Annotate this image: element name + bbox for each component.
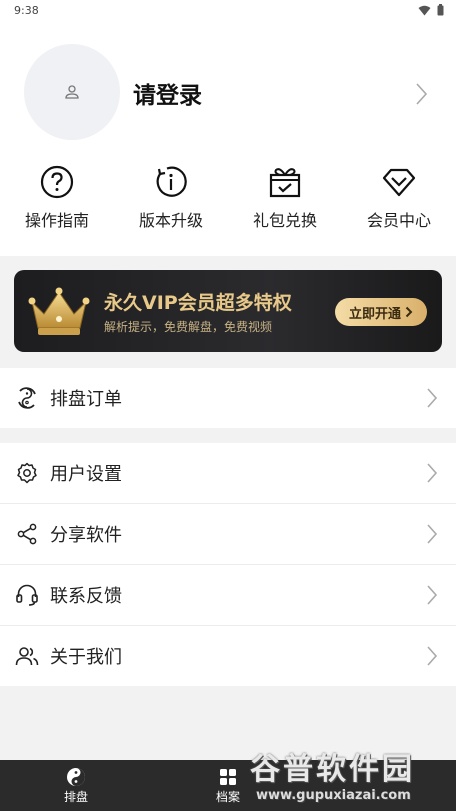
quick-action-label: 操作指南	[24, 211, 89, 230]
menu-item-orders[interactable]: 排盘订单	[0, 368, 456, 428]
menu-item-label: 用户设置	[50, 464, 122, 485]
crown-icon	[28, 287, 90, 335]
profile-section: 请登录 操作指南 版本升级 礼包兑换 会员中心	[0, 22, 456, 256]
tab-label: 档案	[215, 790, 240, 804]
watermark-url: www.gupuxiazai.com	[256, 788, 411, 803]
menu-item-user-settings[interactable]: 用户设置	[0, 443, 456, 504]
login-link[interactable]: 请登录	[133, 76, 202, 110]
chevron-right-icon	[427, 646, 438, 666]
menu-item-share[interactable]: 分享软件	[0, 504, 456, 565]
vip-banner-title: 永久VIP会员超多特权	[104, 292, 292, 314]
menu-item-label: 分享软件	[50, 525, 122, 546]
menu-item-label: 关于我们	[50, 647, 122, 668]
status-bar: 9:38	[0, 0, 456, 22]
info-refresh-icon	[156, 166, 187, 197]
chevron-right-icon	[427, 585, 438, 605]
quick-action-gift[interactable]: 礼包兑换	[228, 162, 342, 231]
quick-actions: 操作指南 版本升级 礼包兑换 会员中心	[0, 162, 456, 231]
vip-banner-subtitle: 解析提示，免费解盘，免费视频	[104, 320, 273, 334]
quick-action-vip[interactable]: 会员中心	[342, 162, 456, 231]
share-icon	[14, 521, 40, 547]
watermark: 谷普软件园 www.gupuxiazai.com	[248, 738, 456, 811]
wifi-icon	[418, 5, 431, 15]
chevron-right-icon	[427, 388, 438, 408]
grid-icon	[219, 766, 237, 788]
user-icon	[65, 85, 79, 99]
chevron-right-icon	[405, 306, 413, 318]
tab-label: 排盘	[63, 790, 88, 804]
status-time: 9:38	[14, 4, 39, 17]
status-icons	[418, 4, 444, 16]
headset-icon	[14, 582, 40, 608]
users-icon	[14, 643, 40, 669]
gift-icon	[269, 168, 301, 198]
diamond-icon	[382, 168, 416, 197]
menu-group-orders: 排盘订单	[0, 368, 456, 428]
quick-action-label: 版本升级	[138, 211, 203, 230]
vip-banner[interactable]: 永久VIP会员超多特权 解析提示，免费解盘，免费视频 立即开通	[14, 270, 442, 352]
quick-action-label: 会员中心	[366, 211, 431, 230]
menu-item-label: 排盘订单	[50, 389, 122, 410]
quick-action-upgrade[interactable]: 版本升级	[114, 162, 228, 231]
menu-item-about[interactable]: 关于我们	[0, 626, 456, 686]
chevron-right-icon	[427, 524, 438, 544]
activate-vip-button[interactable]: 立即开通	[335, 298, 427, 326]
quick-action-label: 礼包兑换	[252, 211, 317, 230]
gear-icon	[14, 460, 40, 486]
help-circle-icon	[40, 165, 74, 199]
menu-group-settings: 用户设置 分享软件 联系反馈 关于我们	[0, 443, 456, 686]
watermark-text: 谷普软件园	[250, 752, 415, 787]
tab-paipan[interactable]: 排盘	[36, 766, 116, 805]
activate-vip-label: 立即开通	[348, 306, 401, 322]
order-cycle-icon	[14, 385, 40, 411]
chevron-right-icon[interactable]	[414, 82, 428, 106]
avatar[interactable]	[24, 44, 120, 140]
chevron-right-icon	[427, 463, 438, 483]
menu-item-feedback[interactable]: 联系反馈	[0, 565, 456, 626]
battery-icon	[437, 4, 444, 16]
menu-item-label: 联系反馈	[50, 586, 122, 607]
quick-action-guide[interactable]: 操作指南	[0, 162, 114, 231]
yin-yang-icon	[66, 766, 86, 788]
